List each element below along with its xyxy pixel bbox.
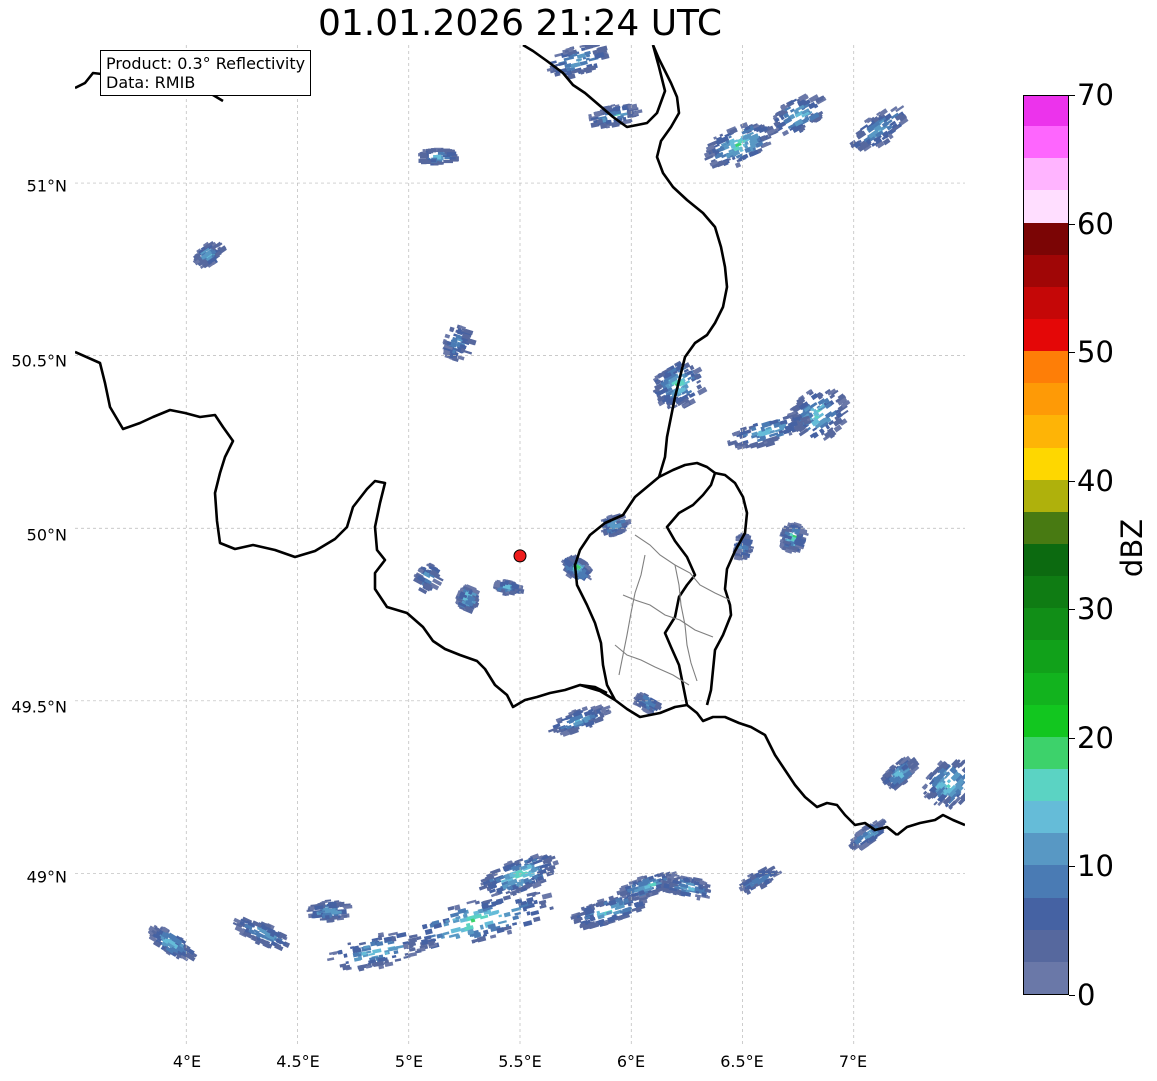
colorbar-segment [1024, 382, 1068, 416]
colorbar-tick-mark [1069, 609, 1075, 610]
y-tick-label: 49°N [26, 867, 67, 887]
colorbar-segment [1024, 511, 1068, 544]
x-tick-label: 7°E [838, 1052, 868, 1071]
colorbar-segment [1024, 189, 1068, 223]
info-box: Product: 0.3° Reflectivity Data: RMIB [100, 50, 312, 96]
colorbar-tick-mark [1069, 738, 1075, 739]
colorbar-tick-label: 70 [1077, 78, 1114, 112]
colorbar-segment [1024, 414, 1068, 448]
echo-cell [451, 159, 459, 162]
colorbar-segment [1024, 221, 1068, 255]
y-tick-label: 51°N [26, 176, 67, 196]
colorbar-segment [1024, 639, 1068, 673]
colorbar-segment [1024, 832, 1068, 866]
colorbar-label: dBZ [1115, 518, 1149, 578]
echo-cell [309, 906, 315, 911]
map-title: 01.01.2026 21:24 UTC [317, 3, 723, 44]
source-label: Data: RMIB [106, 73, 196, 92]
echo-cell [438, 162, 444, 165]
echo-cell [433, 155, 437, 159]
echo-cell [325, 915, 330, 920]
colorbar-segment [1024, 254, 1068, 287]
colorbar-tick-label: 30 [1077, 592, 1114, 626]
echo-cell [446, 149, 455, 153]
colorbar-segment [1024, 446, 1068, 480]
colorbar-segment [1024, 607, 1068, 641]
colorbar-segment [1024, 671, 1068, 705]
echo-cell [426, 160, 431, 164]
colorbar-tick-mark [1069, 95, 1075, 96]
echo-cell [311, 914, 318, 919]
colorbar-tick-mark [1069, 224, 1075, 225]
echo-cell [437, 149, 447, 152]
echo-cell [343, 953, 348, 958]
colorbar-tick-mark [1069, 352, 1075, 353]
x-tick-label: 6.5°E [720, 1052, 764, 1071]
echo-cell [427, 148, 437, 153]
product-label: Product: 0.3° Reflectivity [106, 54, 306, 73]
x-tick-label: 5.5°E [498, 1052, 542, 1071]
echo-cell [504, 580, 509, 586]
colorbar-segment [1024, 286, 1068, 319]
x-tick-label: 4.5°E [276, 1052, 320, 1071]
y-tick-label: 50°N [26, 525, 67, 545]
colorbar-tick-label: 20 [1077, 721, 1114, 755]
colorbar-segment [1024, 96, 1068, 127]
x-tick-label: 6°E [616, 1052, 646, 1071]
colorbar-segment [1024, 479, 1068, 512]
colorbar-segment [1024, 800, 1068, 834]
colorbar-segment [1024, 575, 1068, 609]
x-tick-label: 4°E [172, 1052, 202, 1071]
colorbar-segment [1024, 896, 1068, 930]
colorbar-segment [1024, 736, 1068, 769]
radar-map[interactable] [75, 45, 965, 1046]
colorbar-segment [1024, 318, 1068, 352]
colorbar-tick-mark [1069, 995, 1075, 996]
colorbar-tick-label: 0 [1077, 978, 1096, 1012]
colorbar-segment [1024, 543, 1068, 577]
y-tick-label: 50.5°N [11, 351, 67, 371]
echo-cell [331, 902, 337, 908]
colorbar-tick-mark [1069, 866, 1075, 867]
x-tick-label: 5°E [394, 1052, 424, 1071]
colorbar [1023, 95, 1069, 995]
colorbar-tick-label: 50 [1077, 335, 1114, 369]
colorbar-segment [1024, 350, 1068, 384]
colorbar-tick-label: 40 [1077, 464, 1114, 498]
echo-cell [314, 905, 324, 911]
colorbar-segment [1024, 704, 1068, 737]
colorbar-segment [1024, 864, 1068, 898]
colorbar-segment [1024, 768, 1068, 802]
colorbar-segment [1024, 929, 1068, 962]
echo-cell [422, 149, 426, 153]
colorbar-tick-label: 60 [1077, 207, 1114, 241]
echo-cell [421, 159, 427, 165]
echo-cell [331, 915, 339, 920]
colorbar-segment [1024, 157, 1068, 191]
echo-cell [436, 154, 442, 160]
radar-site-marker [513, 549, 527, 563]
colorbar-tick-mark [1069, 481, 1075, 482]
colorbar-tick-label: 10 [1077, 849, 1114, 883]
map-canvas [75, 45, 965, 1046]
y-tick-label: 49.5°N [11, 697, 67, 717]
colorbar-segment [1024, 961, 1068, 994]
colorbar-segment [1024, 125, 1068, 159]
